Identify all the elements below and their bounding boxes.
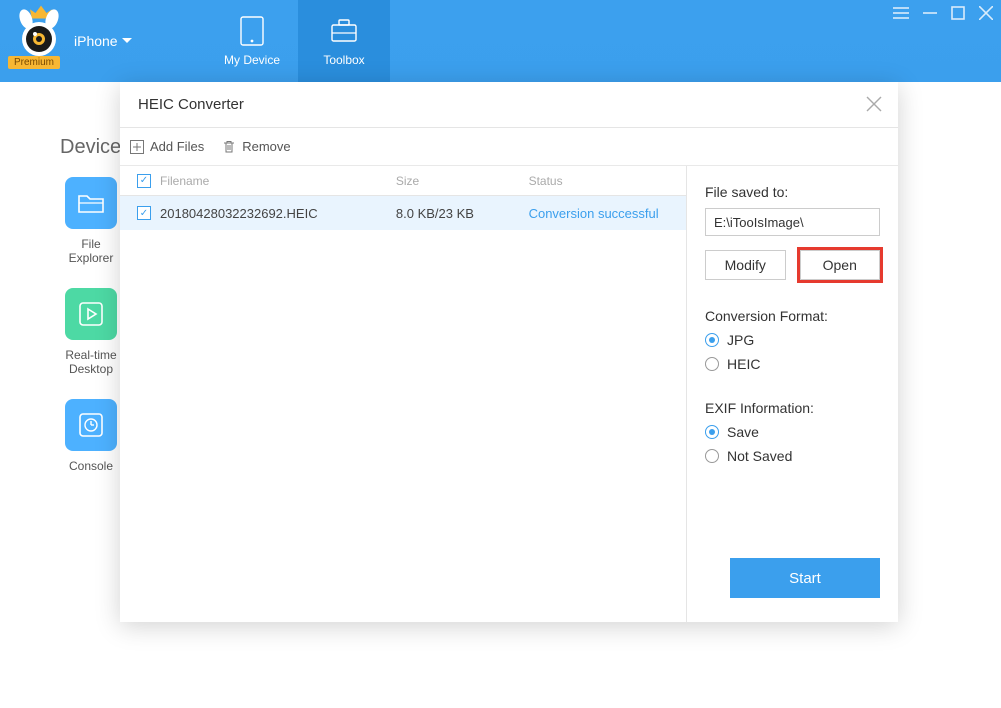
briefcase-icon bbox=[328, 15, 360, 47]
table-header: ✓ Filename Size Status bbox=[120, 166, 686, 196]
format-jpg-radio[interactable]: JPG bbox=[705, 332, 880, 348]
col-status: Status bbox=[529, 174, 676, 188]
format-heic-radio[interactable]: HEIC bbox=[705, 356, 880, 372]
dialog-toolbar: Add Files Remove bbox=[120, 128, 898, 166]
maximize-icon[interactable] bbox=[951, 6, 965, 20]
window-controls bbox=[893, 6, 993, 20]
logo-area: Premium iPhone bbox=[0, 0, 206, 82]
button-label: Remove bbox=[242, 139, 290, 154]
console-card[interactable]: Console bbox=[60, 399, 122, 473]
menu-icon[interactable] bbox=[893, 6, 909, 20]
heic-converter-dialog: HEIC Converter Add Files Remove ✓ Filena… bbox=[120, 82, 898, 622]
col-size: Size bbox=[396, 174, 529, 188]
icon-label: Console bbox=[69, 459, 113, 473]
add-files-button[interactable]: Add Files bbox=[130, 139, 204, 154]
dialog-body: ✓ Filename Size Status ✓ 201804280322326… bbox=[120, 166, 898, 622]
file-explorer-card[interactable]: File Explorer bbox=[60, 177, 122, 266]
trash-icon bbox=[222, 140, 236, 154]
open-button[interactable]: Open bbox=[800, 250, 881, 280]
format-label: Conversion Format: bbox=[705, 308, 880, 324]
button-label: Add Files bbox=[150, 139, 204, 154]
exif-label: EXIF Information: bbox=[705, 400, 880, 416]
remove-button[interactable]: Remove bbox=[222, 139, 290, 154]
cell-size: 8.0 KB/23 KB bbox=[396, 206, 529, 221]
folder-icon bbox=[65, 177, 117, 229]
close-icon[interactable] bbox=[864, 94, 884, 114]
header-bar: Premium iPhone My Device Toolbox bbox=[0, 0, 1001, 82]
radio-icon bbox=[705, 333, 719, 347]
radio-label: JPG bbox=[727, 332, 754, 348]
bunny-icon bbox=[14, 9, 64, 59]
exif-notsaved-radio[interactable]: Not Saved bbox=[705, 448, 880, 464]
device-label: iPhone bbox=[74, 33, 118, 49]
icon-label: File Explorer bbox=[69, 237, 114, 266]
icon-label: Real-time Desktop bbox=[65, 348, 116, 377]
radio-icon bbox=[705, 425, 719, 439]
select-all-checkbox[interactable]: ✓ bbox=[137, 174, 151, 188]
close-icon[interactable] bbox=[979, 6, 993, 20]
cell-filename: 20180428032232692.HEIC bbox=[158, 206, 396, 221]
exif-save-radio[interactable]: Save bbox=[705, 424, 880, 440]
modify-button[interactable]: Modify bbox=[705, 250, 786, 280]
settings-pane: File saved to: Modify Open Conversion Fo… bbox=[686, 166, 898, 622]
chevron-down-icon bbox=[122, 38, 132, 44]
radio-label: Not Saved bbox=[727, 448, 792, 464]
device-selector[interactable]: iPhone bbox=[74, 33, 132, 49]
tab-label: My Device bbox=[224, 53, 280, 67]
dialog-title: HEIC Converter bbox=[138, 96, 244, 113]
tab-my-device[interactable]: My Device bbox=[206, 0, 298, 82]
radio-icon bbox=[705, 357, 719, 371]
col-filename: Filename bbox=[158, 174, 396, 188]
radio-label: Save bbox=[727, 424, 759, 440]
tab-label: Toolbox bbox=[323, 53, 364, 67]
tablet-icon bbox=[236, 15, 268, 47]
cell-status: Conversion successful bbox=[529, 206, 676, 221]
dialog-header: HEIC Converter bbox=[120, 82, 898, 128]
realtime-desktop-card[interactable]: Real-time Desktop bbox=[60, 288, 122, 377]
radio-label: HEIC bbox=[727, 356, 760, 372]
start-button[interactable]: Start bbox=[730, 558, 880, 598]
play-icon bbox=[65, 288, 117, 340]
file-list-pane: ✓ Filename Size Status ✓ 201804280322326… bbox=[120, 166, 686, 622]
radio-icon bbox=[705, 449, 719, 463]
save-path-input[interactable] bbox=[705, 208, 880, 236]
premium-badge: Premium bbox=[8, 56, 60, 69]
minimize-icon[interactable] bbox=[923, 6, 937, 20]
tab-toolbox[interactable]: Toolbox bbox=[298, 0, 390, 82]
clock-icon bbox=[65, 399, 117, 451]
table-row[interactable]: ✓ 20180428032232692.HEIC 8.0 KB/23 KB Co… bbox=[120, 196, 686, 230]
plus-box-icon bbox=[130, 140, 144, 154]
row-checkbox[interactable]: ✓ bbox=[137, 206, 151, 220]
save-to-label: File saved to: bbox=[705, 184, 880, 200]
app-logo: Premium bbox=[8, 11, 68, 71]
